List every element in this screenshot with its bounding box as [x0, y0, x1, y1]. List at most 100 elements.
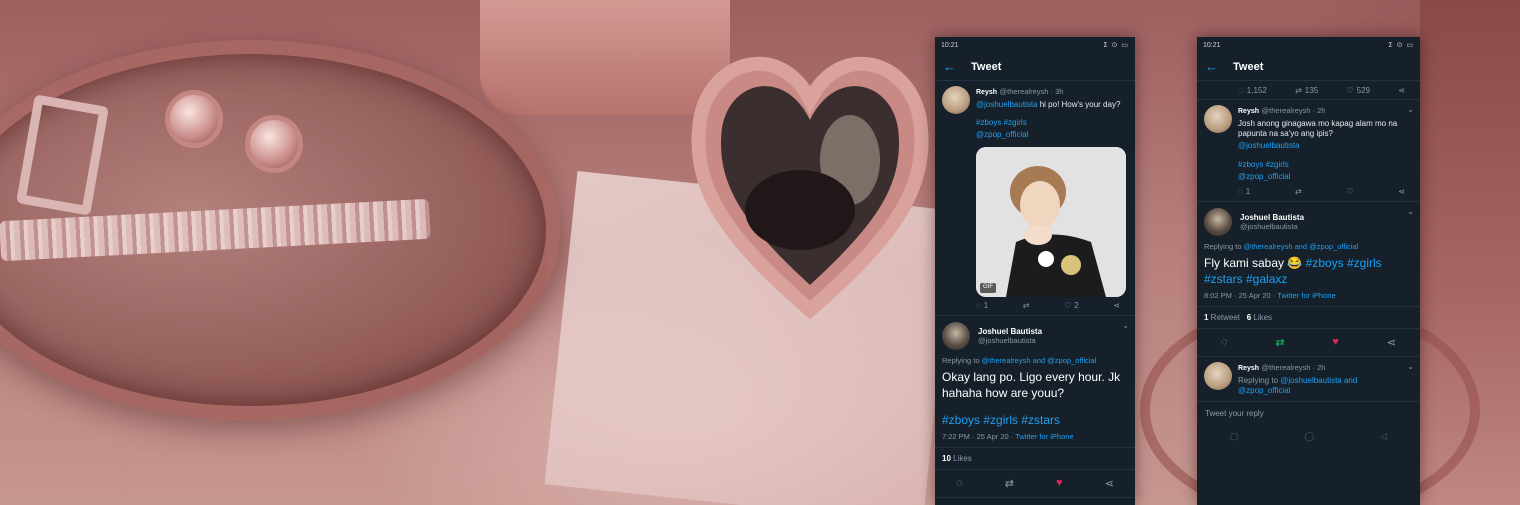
page-title: Tweet [971, 60, 1002, 73]
avatar[interactable] [1204, 362, 1232, 391]
tweet-author-name[interactable]: Reysh [976, 89, 997, 96]
android-nav-bar: ▢ ◯ ◁ [1197, 425, 1420, 448]
replying-and: and [1030, 356, 1048, 366]
reply-button[interactable]: ◌ 1 [976, 301, 988, 311]
mention-link[interactable]: @therealreysh [1244, 242, 1293, 251]
reply-count: 1 [983, 300, 989, 310]
retweet-icon[interactable]: ⇄ [1005, 477, 1014, 490]
reply-icon[interactable]: ◌ [1221, 336, 1228, 349]
hashtag-link[interactable]: #zboys #zgirls [976, 118, 1027, 127]
share-icon[interactable]: ⋖ [1387, 336, 1396, 349]
background-earring [165, 90, 223, 148]
tweet-author-handle: @joshuelbautista [1240, 222, 1298, 232]
like-button[interactable]: ♡ 2 [1064, 301, 1079, 311]
mention-link[interactable]: @zpop_official [976, 130, 1028, 139]
hashtag-link[interactable]: #zboys #zgirls [1238, 160, 1289, 169]
gif-media[interactable]: GIF [976, 146, 1126, 297]
gif-badge: GIF [980, 283, 996, 293]
share-icon: ⋖ [1398, 86, 1405, 95]
mention-link[interactable]: @joshuelbautista [1280, 376, 1342, 385]
client-link[interactable]: Twitter for iPhone [1015, 432, 1073, 441]
chevron-down-icon[interactable]: ⌄ [1407, 362, 1414, 371]
retweet-count: 135 [1304, 86, 1319, 95]
timestamp: 7:22 PM · 25 Apr 20 · [942, 431, 1016, 441]
tweet-text-body: hi po! How's your day? [1037, 99, 1121, 109]
tweet-header: ← Tweet [1197, 53, 1420, 81]
share-icon: ⋖ [1398, 186, 1405, 196]
tweet-timestamp: 8:02 PM · 25 Apr 20 · Twitter for iPhone [1204, 291, 1413, 300]
reply-count: 1,152 [1246, 86, 1267, 95]
heart-icon: ♡ [1346, 86, 1354, 95]
replying-to: Replying to @therealreysh and @zpop_offi… [942, 356, 1128, 365]
heart-icon[interactable]: ♥ [1056, 477, 1063, 490]
client-link[interactable]: Twitter for iPhone [1277, 291, 1335, 300]
tweet-author-name[interactable]: Reysh [1238, 108, 1259, 115]
timestamp: 8:02 PM · 25 Apr 20 · [1204, 291, 1278, 301]
tweet-timestamp: 7:22 PM · 25 Apr 20 · Twitter for iPhone [942, 432, 1128, 441]
tweet-author-handle: @therealreysh · 3h [999, 87, 1064, 96]
reply-icon: ◌ [1238, 186, 1243, 196]
tweet-stats: 1 Retweet 6 Likes [1197, 307, 1420, 330]
mention-link[interactable]: @zpop_official [1309, 242, 1358, 251]
replying-label: Replying to [1238, 376, 1281, 386]
status-bar: 10:21 ⵉ ⊙ ▭ [935, 37, 1135, 53]
left-phone-screenshot: 10:21 ⵉ ⊙ ▭ ← Tweet Reysh @therealreysh … [935, 37, 1135, 505]
avatar[interactable] [942, 322, 970, 351]
retweet-icon: ⇄ [1294, 186, 1302, 196]
like-button[interactable]: ♡ 529 [1346, 86, 1370, 95]
parent-tweet[interactable]: ⌄ Reysh @therealreysh · 2h Josh anong gi… [1197, 100, 1420, 203]
share-icon[interactable]: ⋖ [1105, 477, 1114, 490]
likes-count[interactable]: 10 [942, 454, 951, 463]
reply-input[interactable]: Tweet your reply [1197, 400, 1420, 425]
hashtag-link[interactable]: #zboys #zgirls #zstars [942, 413, 1060, 427]
reply-count: 1 [1245, 186, 1251, 196]
tweet-text: Josh anong ginagawa mo kapag alam mo na … [1238, 118, 1398, 139]
retweet-icon: ⇄ [1295, 86, 1302, 95]
share-button[interactable]: ⋖ [1113, 301, 1120, 311]
retweet-icon[interactable]: ⇄ [1275, 336, 1284, 349]
chevron-down-icon[interactable]: ⌄ [1122, 321, 1129, 330]
mention-link[interactable]: @joshuelbautista [1238, 141, 1300, 150]
chevron-down-icon[interactable]: ⌄ [1407, 207, 1414, 216]
avatar[interactable] [942, 86, 970, 114]
avatar[interactable] [1204, 208, 1232, 237]
reply-button[interactable]: ◌ 1,152 [1239, 86, 1267, 95]
share-button[interactable]: ⋖ [1398, 86, 1405, 95]
status-icons: ⵉ ⊙ ▭ [1388, 42, 1414, 49]
tweet-author-name[interactable]: Reysh [1238, 365, 1259, 372]
mention-link[interactable]: @zpop_official [1238, 386, 1290, 395]
main-tweet: ⌄ Joshuel Bautista @joshuelbautista Repl… [1197, 202, 1420, 308]
mention-link[interactable]: @joshuelbautista [976, 100, 1038, 109]
retweet-icon: ⇄ [1022, 300, 1030, 310]
back-icon[interactable]: ◁ [1380, 431, 1387, 442]
tweet-text: Okay lang po. Ligo every hour. Jk hahaha… [942, 370, 1121, 401]
like-button[interactable]: ♡ [1346, 187, 1353, 197]
tweet-text: @joshuelbautista hi po! How's your day? [976, 100, 1128, 110]
tweet-stats: 10 Likes [935, 448, 1135, 470]
heart-icon[interactable]: ♥ [1332, 336, 1339, 349]
avatar[interactable] [1204, 105, 1232, 133]
retweet-button[interactable]: ⇄ [1295, 187, 1302, 197]
mention-link[interactable]: @zpop_official [1238, 172, 1290, 181]
reply-icon[interactable]: ◌ [956, 477, 963, 490]
tweet-author-name[interactable]: Joshuel Bautista [978, 327, 1042, 336]
recent-apps-icon[interactable]: ▢ [1230, 431, 1239, 442]
chevron-down-icon[interactable]: ⌄ [1407, 105, 1414, 114]
parent-tweet[interactable]: Reysh @therealreysh · 3h @joshuelbautist… [935, 81, 1135, 317]
mention-link[interactable]: @zpop_official [1047, 356, 1096, 365]
retweet-button[interactable]: ⇄ [1023, 301, 1030, 311]
retweet-button[interactable]: ⇄ 135 [1295, 86, 1318, 95]
replying-to: Replying to @therealreysh and @zpop_offi… [1204, 242, 1413, 251]
home-icon[interactable]: ◯ [1304, 431, 1314, 442]
mention-link[interactable]: @therealreysh [982, 356, 1031, 365]
reply-button[interactable]: ◌ 1 [1238, 187, 1250, 197]
share-button[interactable]: ⋖ [1398, 187, 1405, 197]
reply-icon: ◌ [1239, 86, 1244, 95]
back-arrow-icon[interactable]: ← [1205, 59, 1227, 74]
tweet-author-name[interactable]: Joshuel Bautista [1240, 213, 1304, 222]
back-arrow-icon[interactable]: ← [943, 59, 965, 74]
reply-tweet[interactable]: ⌄ Reysh @therealreysh · 2h Replying to @… [1197, 357, 1420, 400]
main-action-bar: ◌ ⇄ ♥ ⋖ [1197, 329, 1420, 358]
tweet-author-handle: @joshuelbautista [978, 336, 1036, 346]
replying-to: Replying to @joshuelbautista and @zpop_o… [1238, 376, 1413, 397]
